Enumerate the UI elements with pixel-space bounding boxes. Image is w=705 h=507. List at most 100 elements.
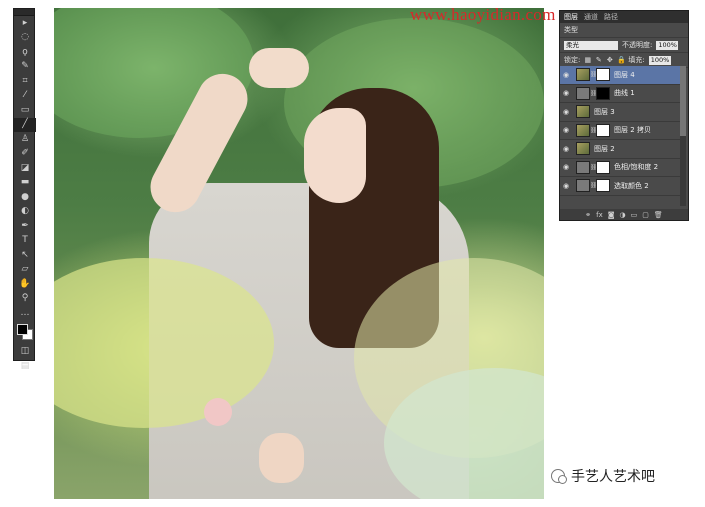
opacity-input[interactable]: 100%: [656, 40, 679, 50]
layer-mask-thumbnail[interactable]: [596, 86, 610, 100]
type-icon[interactable]: T: [14, 234, 36, 249]
path-select-icon[interactable]: ↖: [14, 248, 36, 263]
layer-mask-thumbnail[interactable]: [596, 68, 610, 82]
quick-mask-icon[interactable]: ◫: [14, 345, 36, 360]
brand-watermark: 手艺人艺术吧: [551, 466, 655, 486]
canvas-photo[interactable]: [54, 8, 544, 499]
layer-name: 色相/饱和度 2: [614, 163, 659, 172]
layer-row[interactable]: ◉ ⛓ 曲线 1: [560, 85, 680, 103]
link-layers-icon[interactable]: ⚭: [585, 211, 591, 219]
layers-panel-tabs: 图层 通道 路径: [560, 11, 688, 23]
color-swatches[interactable]: [14, 321, 34, 345]
watermark-url: www.haoyidian.com: [410, 5, 556, 24]
visibility-eye-icon[interactable]: ◉: [560, 89, 572, 97]
lock-transparent-icon[interactable]: ▦: [584, 56, 592, 64]
layers-panel-footer: ⚭ fx ◙ ◑ ▭ ▢ 🗑: [560, 209, 688, 220]
layer-thumbnail[interactable]: [576, 68, 590, 82]
lock-all-icon[interactable]: 🔒: [617, 56, 626, 64]
layer-name: 图层 3: [594, 107, 615, 116]
layer-mask-thumbnail[interactable]: [596, 123, 610, 137]
adjustment-layer-icon[interactable]: ◑: [620, 211, 626, 219]
layer-thumbnail[interactable]: [576, 123, 590, 137]
shape-icon[interactable]: ▱: [14, 263, 36, 278]
eraser-icon[interactable]: ◪: [14, 161, 36, 176]
woman-face: [304, 108, 366, 203]
more-icon[interactable]: …: [14, 306, 36, 321]
layer-thumbnail[interactable]: [576, 160, 590, 174]
wechat-icon: [551, 469, 567, 484]
layers-filter-row: 类型: [560, 23, 688, 38]
lock-position-icon[interactable]: ✥: [606, 56, 613, 64]
history-brush-icon[interactable]: ✐: [14, 147, 36, 162]
tab-paths[interactable]: 路径: [604, 12, 618, 22]
layers-panel: 图层 通道 路径 类型 柔光 不透明度: 100% 锁定: ▦ ✎ ✥ 🔒 填充…: [559, 10, 689, 221]
marquee-icon[interactable]: ◌: [14, 31, 36, 46]
lock-label: 锁定:: [564, 56, 581, 64]
quick-select-icon[interactable]: ✎: [14, 60, 36, 75]
healing-brush-icon[interactable]: ▭: [14, 103, 36, 118]
foreground-color-swatch[interactable]: [17, 323, 28, 335]
dodge-icon[interactable]: ◐: [14, 205, 36, 220]
lotus-bud: [204, 398, 232, 426]
visibility-eye-icon[interactable]: ◉: [560, 145, 572, 153]
layer-row[interactable]: ◉ 图层 3: [560, 103, 680, 122]
layer-thumbnail[interactable]: [576, 105, 590, 119]
kind-filter-label[interactable]: 类型: [564, 25, 578, 35]
brush-icon[interactable]: ╱: [14, 117, 36, 132]
gradient-icon[interactable]: ▬: [14, 176, 36, 191]
layer-name: 图层 2 拷贝: [614, 126, 651, 135]
tool-list-bottom: ◫ ▤: [14, 345, 34, 374]
visibility-eye-icon[interactable]: ◉: [560, 71, 572, 79]
layer-mask-thumbnail[interactable]: [596, 160, 610, 174]
opacity-label: 不透明度:: [622, 41, 653, 49]
blur-icon[interactable]: ●: [14, 190, 36, 205]
blend-mode-select[interactable]: 柔光: [564, 40, 618, 50]
layers-scrollbar[interactable]: [680, 66, 686, 206]
fill-label: 填充:: [628, 56, 645, 64]
tab-layers[interactable]: 图层: [564, 12, 578, 22]
layer-thumbnail[interactable]: [576, 179, 590, 193]
layer-row[interactable]: ◉ ⛓ 色相/饱和度 2: [560, 159, 680, 177]
tools-panel: ▸ ◌ ϙ ✎ ⌗ ⁄ ▭ ╱ ♙ ✐ ◪ ▬ ● ◐ ✒ T ↖ ▱ ✋ ⚲… ◫ ▤: [13, 8, 36, 370]
new-group-icon[interactable]: ▭: [631, 211, 638, 219]
lock-pixels-icon[interactable]: ✎: [595, 56, 602, 64]
add-mask-icon[interactable]: ◙: [608, 211, 615, 219]
layer-thumbnail[interactable]: [576, 142, 590, 156]
tools-panel-grip[interactable]: [14, 9, 34, 16]
brand-name: 手艺人艺术吧: [571, 469, 655, 485]
layer-style-icon[interactable]: fx: [596, 211, 603, 219]
crop-icon[interactable]: ⌗: [14, 74, 36, 89]
layer-name: 曲线 1: [614, 89, 635, 98]
layer-thumbnail[interactable]: [576, 86, 590, 100]
layer-name: 图层 2: [594, 144, 615, 153]
layer-name: 图层 4: [614, 70, 635, 79]
visibility-eye-icon[interactable]: ◉: [560, 126, 572, 134]
hand-icon[interactable]: ✋: [14, 277, 36, 292]
visibility-eye-icon[interactable]: ◉: [560, 163, 572, 171]
pen-icon[interactable]: ✒: [14, 219, 36, 234]
visibility-eye-icon[interactable]: ◉: [560, 108, 572, 116]
layer-name: 选取颜色 2: [614, 181, 649, 190]
layers-scrollbar-thumb[interactable]: [680, 66, 686, 136]
layer-row[interactable]: ◉ 图层 2: [560, 140, 680, 159]
tool-list: ▸ ◌ ϙ ✎ ⌗ ⁄ ▭ ╱ ♙ ✐ ◪ ▬ ● ◐ ✒ T ↖ ▱ ✋ ⚲…: [14, 16, 36, 321]
woman-hand: [259, 433, 304, 483]
blend-opacity-row: 柔光 不透明度: 100%: [560, 38, 688, 53]
lasso-icon[interactable]: ϙ: [14, 45, 36, 60]
layer-row[interactable]: ◉ ⛓ 选取颜色 2: [560, 177, 680, 196]
fill-input[interactable]: 100%: [648, 55, 671, 65]
layer-row[interactable]: ◉ ⛓ 图层 4: [560, 66, 680, 85]
layer-list: ◉ ⛓ 图层 4 ◉ ⛓ 曲线 1 ◉ 图层 3 ◉ ⛓ 图层 2 拷贝 ◉ 图层 2 ◉ ⛓ 色相/饱和度 …: [560, 66, 680, 196]
eyedropper-icon[interactable]: ⁄: [14, 89, 36, 104]
new-layer-icon[interactable]: ▢: [642, 211, 649, 219]
move-icon[interactable]: ▸: [14, 16, 36, 31]
tab-channels[interactable]: 通道: [584, 12, 598, 22]
zoom-icon[interactable]: ⚲: [14, 292, 36, 307]
screen-mode-icon[interactable]: ▤: [14, 359, 36, 374]
layer-row[interactable]: ◉ ⛓ 图层 2 拷贝: [560, 122, 680, 140]
woman-hand: [249, 48, 309, 88]
delete-layer-icon[interactable]: 🗑: [654, 211, 663, 219]
visibility-eye-icon[interactable]: ◉: [560, 182, 572, 190]
layer-mask-thumbnail[interactable]: [596, 179, 610, 193]
clone-stamp-icon[interactable]: ♙: [14, 132, 36, 147]
